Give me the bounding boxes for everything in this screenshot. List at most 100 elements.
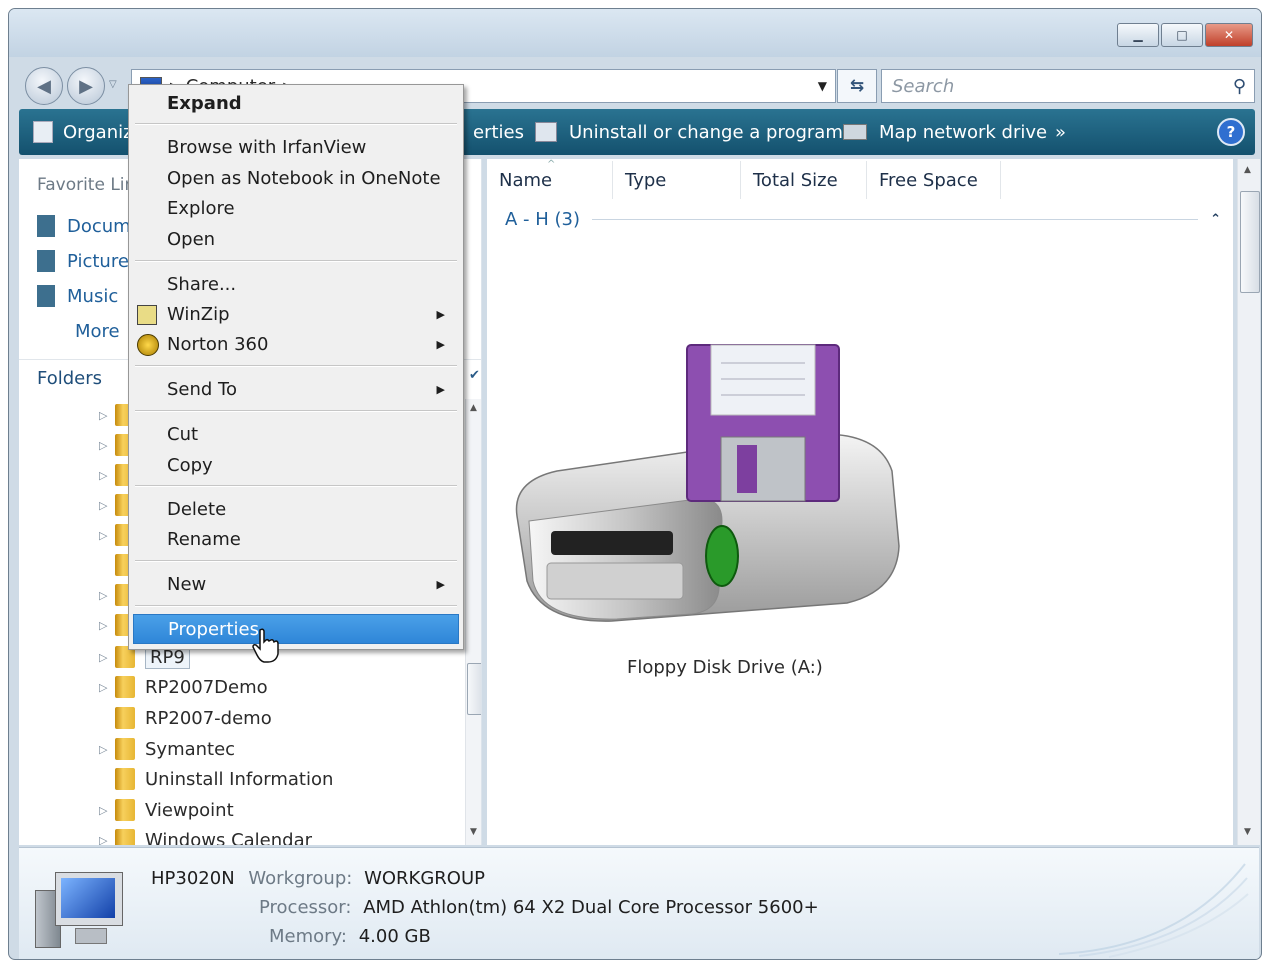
menu-item-rename[interactable]: Rename <box>133 524 459 554</box>
menu-separator <box>135 365 457 367</box>
menu-item-label: Open <box>167 228 216 250</box>
more-links-label: More <box>75 321 120 342</box>
tree-row[interactable]: ▷ RP2007Demo <box>99 673 268 701</box>
memory-value: 4.00 GB <box>358 926 431 947</box>
norton-icon <box>137 334 159 356</box>
menu-item-cut[interactable]: Cut <box>133 419 459 449</box>
submenu-arrow-icon: ▶ <box>436 577 445 591</box>
column-type-label: Type <box>625 169 667 191</box>
menu-item-delete[interactable]: Delete <box>133 494 459 524</box>
tree-row[interactable]: ▷ Windows Calendar <box>99 826 312 845</box>
forward-button[interactable]: ▶ <box>67 67 105 105</box>
minimize-button[interactable]: ▁ <box>1117 23 1159 47</box>
close-button[interactable]: ✕ <box>1205 23 1253 47</box>
more-links[interactable]: More › <box>75 321 132 342</box>
menu-item-label: Norton 360 <box>167 333 269 355</box>
expand-icon: ▷ <box>99 618 108 632</box>
menu-item-new[interactable]: New ▶ <box>133 569 459 599</box>
tree-item-label: RP2007Demo <box>145 676 268 698</box>
group-header[interactable]: A - H (3) ⌃ <box>505 209 1221 230</box>
processor-row: Processor: AMD Athlon(tm) 64 X2 Dual Cor… <box>259 897 819 918</box>
help-icon: ? <box>1217 118 1245 146</box>
maximize-button[interactable]: □ <box>1161 23 1203 47</box>
help-button[interactable]: ? <box>1217 109 1245 155</box>
tree-row[interactable]: ▷ Symantec <box>99 735 235 763</box>
column-header-total-size[interactable]: Total Size <box>741 161 867 199</box>
menu-item-expand[interactable]: Expand <box>133 88 459 118</box>
expand-icon: ▷ <box>99 438 108 452</box>
folder-icon <box>115 799 135 821</box>
tree-row[interactable]: Uninstall Information <box>99 765 333 793</box>
favorite-link-pictures[interactable]: Picture <box>37 250 129 272</box>
content-pane: Name ^ Type Total Size Free Space A - H … <box>487 159 1233 845</box>
organize-icon <box>33 121 53 143</box>
minimize-icon: ▁ <box>1133 28 1143 42</box>
menu-item-winzip[interactable]: WinZip ▶ <box>133 299 459 329</box>
back-button[interactable]: ◀ <box>25 67 63 105</box>
favorite-link-music[interactable]: Music <box>37 285 118 307</box>
folder-tree-scrollbar[interactable]: ▲ ▼ <box>465 399 481 845</box>
menu-item-label: Cut <box>167 423 199 445</box>
expand-icon: ▷ <box>99 468 108 482</box>
address-dropdown-icon[interactable]: ▼ <box>818 79 827 93</box>
search-box[interactable]: Search ⚲ <box>881 69 1255 103</box>
content-scrollbar[interactable]: ▲ ▼ <box>1237 159 1260 845</box>
menu-item-open-onenote[interactable]: Open as Notebook in OneNote <box>133 163 459 193</box>
menu-item-browse-irfanview[interactable]: Browse with IrfanView <box>133 132 459 162</box>
floppy-drive-item[interactable] <box>507 331 907 636</box>
menu-item-properties[interactable]: Properties <box>133 614 459 644</box>
scrollbar-thumb[interactable] <box>467 663 481 715</box>
music-icon <box>37 285 55 307</box>
menu-item-copy[interactable]: Copy <box>133 450 459 480</box>
chevron-down-icon: ✔ <box>469 368 480 383</box>
scroll-up-icon: ▲ <box>470 403 477 413</box>
processor-value: AMD Athlon(tm) 64 X2 Dual Core Processor… <box>363 897 819 918</box>
submenu-arrow-icon: ▶ <box>436 337 445 351</box>
column-header-free-space[interactable]: Free Space <box>867 161 1001 199</box>
menu-separator <box>135 605 457 607</box>
folder-icon <box>115 829 135 845</box>
tree-item-label: Viewpoint <box>145 799 234 821</box>
menu-item-label: Open as Notebook in OneNote <box>167 167 441 189</box>
toolbar-overflow-button[interactable]: » <box>1055 109 1066 155</box>
menu-item-send-to[interactable]: Send To ▶ <box>133 374 459 404</box>
sort-ascending-icon: ^ <box>547 159 556 170</box>
search-icon[interactable]: ⚲ <box>1233 76 1246 97</box>
scrollbar-thumb[interactable] <box>1240 191 1260 293</box>
refresh-button[interactable]: ⇆ <box>837 69 877 103</box>
properties-button[interactable]: erties <box>473 109 524 155</box>
column-header-type[interactable]: Type <box>613 161 741 199</box>
menu-item-label: Copy <box>167 454 213 476</box>
documents-icon <box>37 215 55 237</box>
memory-label: Memory: <box>269 926 347 947</box>
menu-item-label: Rename <box>167 528 241 550</box>
menu-item-norton-360[interactable]: Norton 360 ▶ <box>133 329 459 359</box>
floppy-drive-label[interactable]: Floppy Disk Drive (A:) <box>627 657 823 678</box>
menu-item-open[interactable]: Open <box>133 224 459 254</box>
uninstall-program-button[interactable]: Uninstall or change a program <box>535 109 843 155</box>
menu-item-label: New <box>167 573 207 595</box>
menu-item-share[interactable]: Share... <box>133 269 459 299</box>
recent-pages-dropdown[interactable]: ▽ <box>109 79 117 90</box>
favorite-link-documents[interactable]: Docum <box>37 215 131 237</box>
menu-item-explore[interactable]: Explore <box>133 193 459 223</box>
hand-cursor-icon <box>252 628 280 669</box>
refresh-icon: ⇆ <box>849 76 865 96</box>
chevron-down-icon: ▽ <box>109 79 117 90</box>
map-network-drive-button[interactable]: Map network drive <box>843 109 1047 155</box>
expand-icon: ▷ <box>99 680 108 694</box>
tree-item-label: RP2007-demo <box>145 707 272 729</box>
properties-label: erties <box>473 121 524 143</box>
tree-row[interactable]: RP2007-demo <box>99 704 272 732</box>
search-input[interactable]: Search <box>892 76 954 97</box>
menu-item-label: Expand <box>167 92 242 114</box>
arrow-right-icon: ▶ <box>79 75 93 97</box>
workgroup-label: Workgroup: <box>248 868 353 889</box>
column-header-name[interactable]: Name ^ <box>487 159 613 199</box>
menu-item-label: Browse with IrfanView <box>167 136 367 158</box>
memory-row: Memory: 4.00 GB <box>269 926 431 947</box>
computer-summary: HP3020N Workgroup: WORKGROUP <box>151 868 485 889</box>
tree-row[interactable]: ▷ Viewpoint <box>99 796 234 824</box>
winzip-icon <box>137 305 157 325</box>
collapse-group-icon[interactable]: ⌃ <box>1210 212 1221 227</box>
